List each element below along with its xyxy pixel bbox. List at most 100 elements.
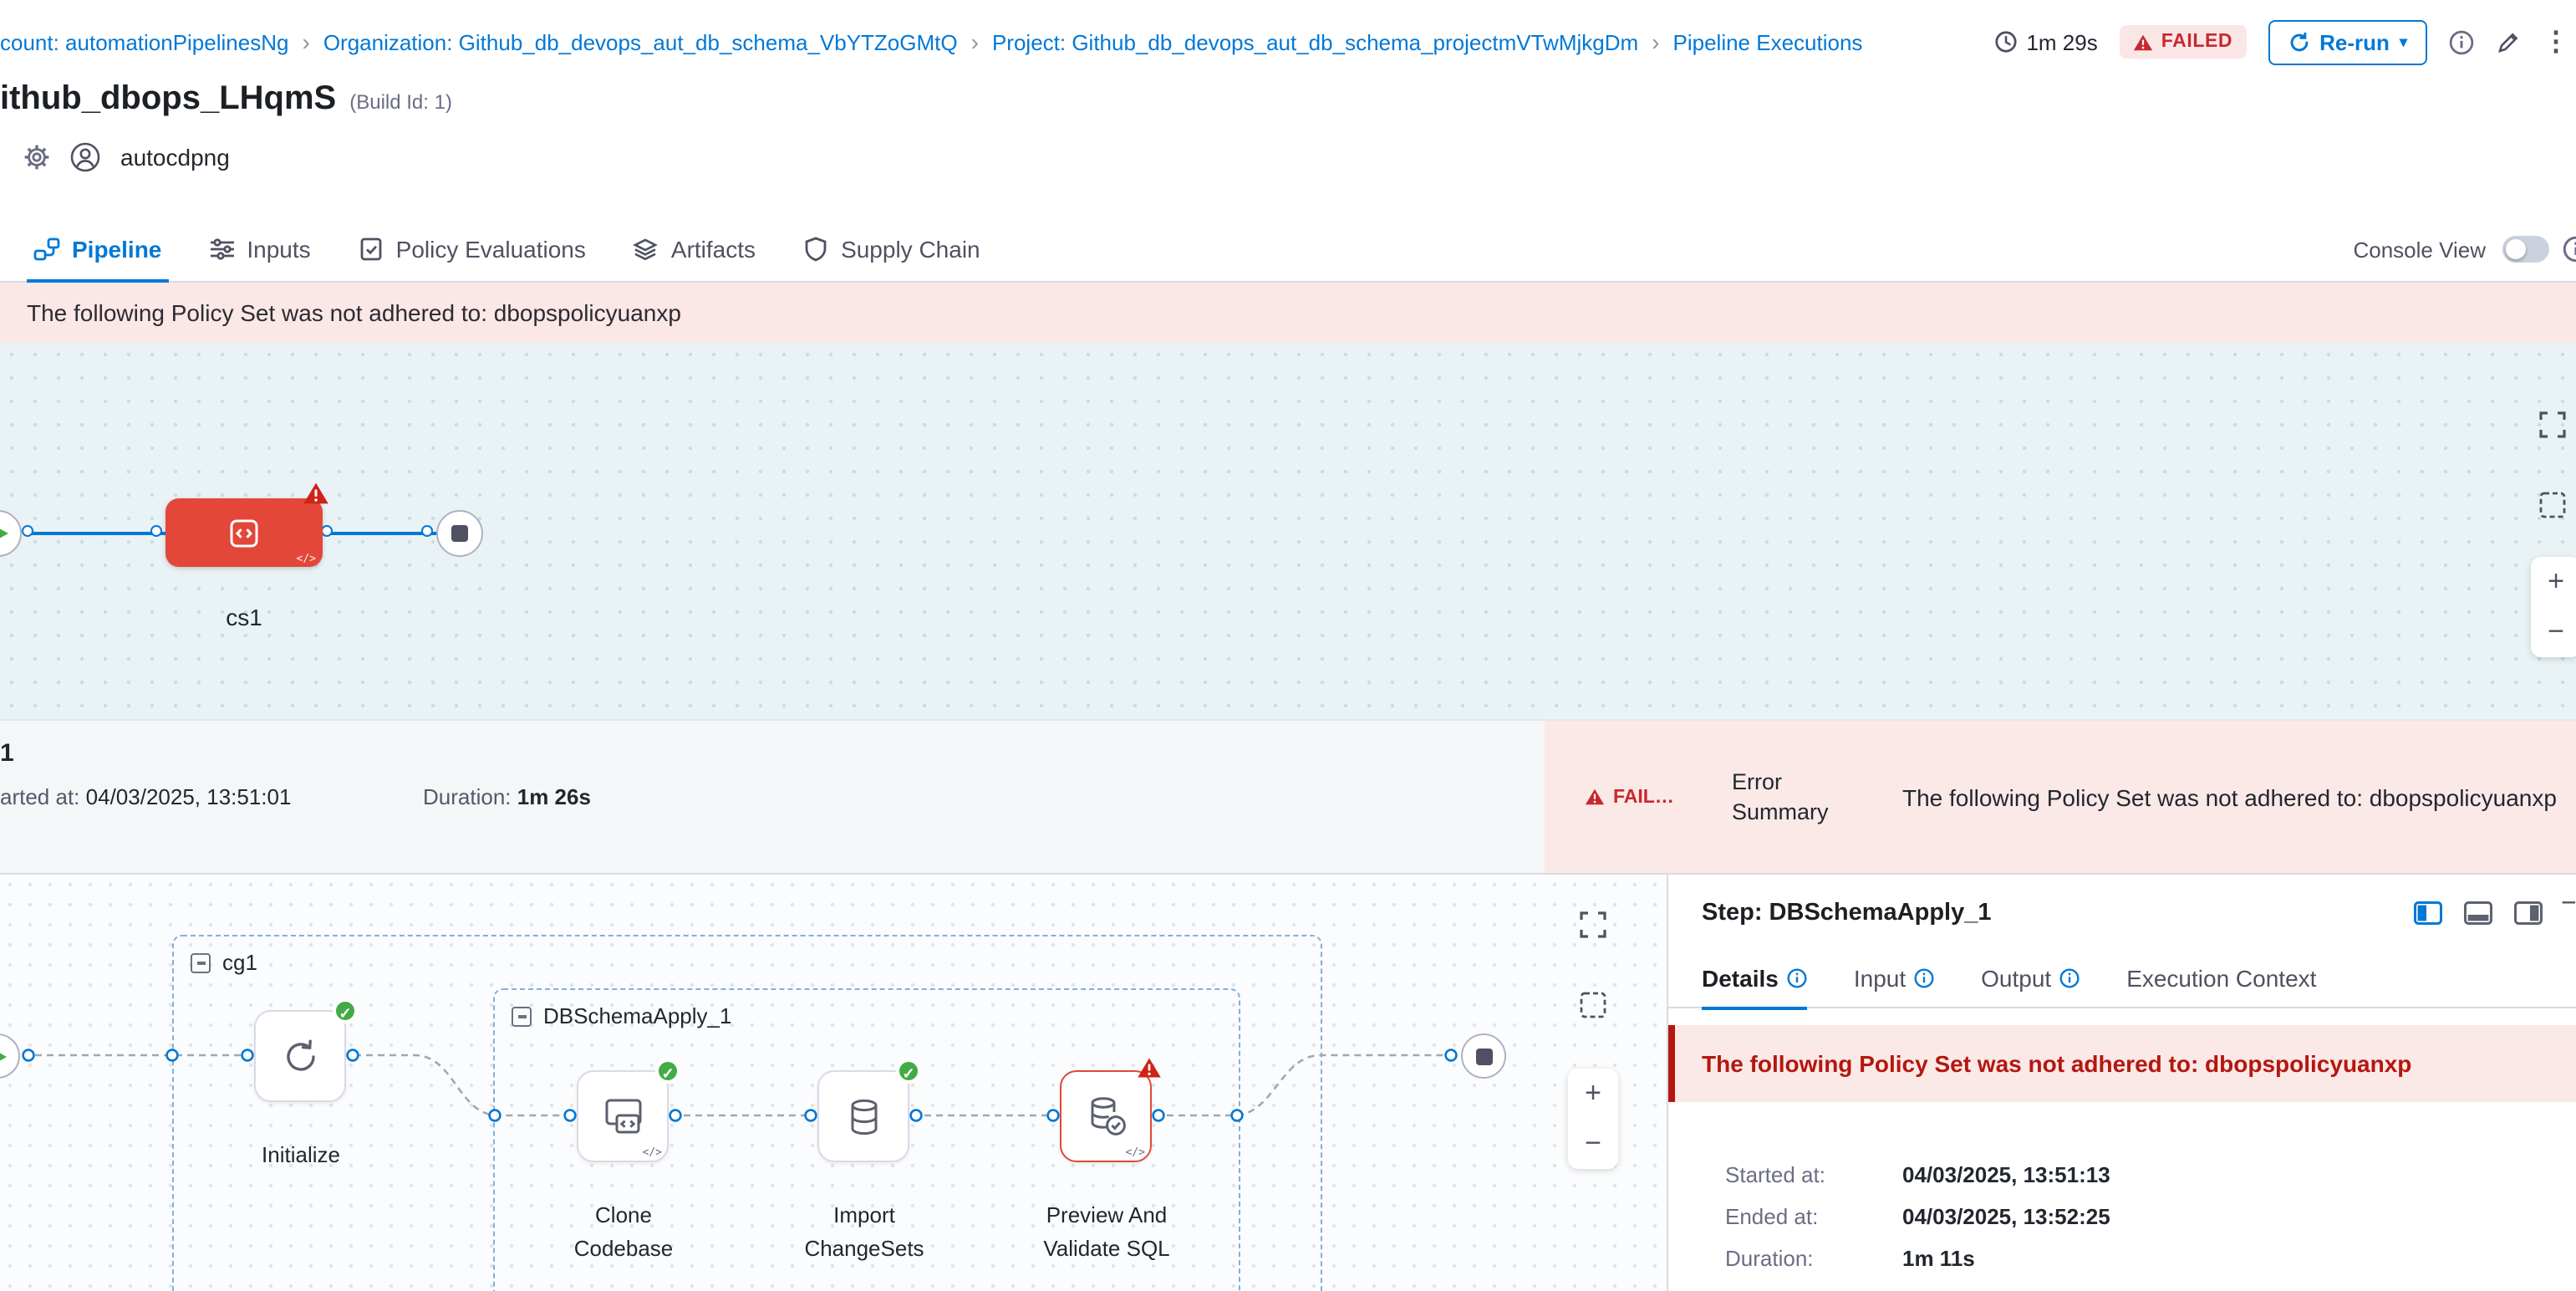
zoom-in-button[interactable]: + <box>2531 557 2576 607</box>
info-icon <box>1787 967 1807 987</box>
avatar <box>70 142 100 172</box>
layout-split-right-icon[interactable] <box>2514 901 2543 925</box>
marquee-icon <box>2538 490 2568 520</box>
stage-summary-strip: 1 arted at: 04/03/2025, 13:51:01 Duratio… <box>0 719 2576 873</box>
error-summary-label: Error Summary <box>1732 768 1845 826</box>
console-view-toggle[interactable] <box>2502 236 2549 263</box>
chevron-down-icon[interactable]: ▾ <box>2400 33 2407 51</box>
marquee-icon <box>1578 990 1608 1020</box>
sliders-icon <box>208 235 235 262</box>
pipeline-end-node <box>436 510 483 557</box>
code-glyph: </> <box>297 552 317 565</box>
fullscreen-button[interactable] <box>2538 410 2568 440</box>
step-preview-validate-sql[interactable]: </> <box>1060 1070 1152 1162</box>
tab-execution-context[interactable]: Execution Context <box>2126 947 2316 1008</box>
database-check-icon <box>1082 1094 1129 1139</box>
page-title: ithub_dbops_LHqmS <box>0 80 336 119</box>
rerun-button[interactable]: Re-run ▾ <box>2268 19 2427 64</box>
minimize-panel-button[interactable]: − <box>2561 890 2576 920</box>
step-initialize[interactable]: ✓ <box>254 1010 346 1102</box>
success-badge-icon: ✓ <box>333 998 358 1023</box>
breadcrumb-separator: › <box>971 28 979 55</box>
layout-split-left-icon[interactable] <box>2414 901 2442 925</box>
execution-info-button[interactable] <box>2449 29 2474 54</box>
started-at-line: arted at: 04/03/2025, 13:51:01 <box>0 784 291 809</box>
tab-output[interactable]: Output <box>1981 947 2080 1008</box>
stage-node-cs1[interactable]: </> <box>165 498 323 567</box>
more-options-button[interactable]: ⋮ <box>2543 25 2569 59</box>
edit-pipeline-button[interactable] <box>2496 29 2521 54</box>
step-clone-codebase[interactable]: ✓ </> <box>577 1070 669 1162</box>
step-import-changesets[interactable]: ✓ <box>817 1070 909 1162</box>
toggle-knob <box>2506 239 2526 259</box>
breadcrumb-organization[interactable]: Organization: Github_db_devops_aut_db_sc… <box>323 29 958 54</box>
info-icon <box>2059 967 2080 987</box>
console-view-label: Console View <box>2353 237 2486 262</box>
clock-icon <box>1994 30 2018 54</box>
stage-error-strip: FAILED Error Summary The following Polic… <box>1545 721 2576 873</box>
status-badge: FAILED <box>2120 25 2246 59</box>
policy-violation-text: The following Policy Set was not adhered… <box>27 299 681 326</box>
rerun-button-label: Re-run <box>2319 29 2390 54</box>
warning-icon <box>1585 788 1605 806</box>
started-at-value: 04/03/2025, 13:51:01 <box>86 784 292 809</box>
stage-summary-name: 1 <box>0 739 14 768</box>
zoom-controls: + − <box>2531 557 2576 657</box>
expand-icon <box>2538 410 2568 440</box>
fail-badge-label: FAILED <box>1613 787 1675 807</box>
tab-inputs[interactable]: Inputs <box>185 216 333 281</box>
pencil-icon <box>2496 29 2521 54</box>
warning-icon <box>2133 33 2153 51</box>
zoom-in-button[interactable]: + <box>1568 1069 1618 1119</box>
execution-graph-canvas[interactable]: cg1 DBSchemaApply_1 <box>0 873 1667 1291</box>
breadcrumb-bar: count: automationPipelinesNg › Organizat… <box>0 0 2576 84</box>
stop-icon <box>451 525 468 542</box>
build-id-label: (Build Id: 1) <box>349 90 452 114</box>
stage-code-icon <box>226 514 262 551</box>
database-icon <box>842 1095 885 1138</box>
pipeline-start-node <box>0 510 22 557</box>
row-label: Ended at: <box>1725 1204 1902 1229</box>
duration-label: Duration: <box>423 784 512 809</box>
step-label: Preview And Validate SQL <box>1020 1199 1194 1267</box>
marquee-select-button[interactable] <box>2538 490 2568 520</box>
elapsed-time: 1m 29s <box>1994 29 2097 54</box>
success-badge-icon: ✓ <box>896 1059 921 1084</box>
tab-supply-chain[interactable]: Supply Chain <box>779 216 1004 281</box>
connector-dot <box>321 525 333 537</box>
row-value: 04/03/2025, 13:52:25 <box>1902 1204 2110 1229</box>
breadcrumb-account[interactable]: count: automationPipelinesNg <box>0 29 288 54</box>
fullscreen-button[interactable] <box>1578 910 1608 940</box>
tab-pipeline[interactable]: Pipeline <box>10 216 185 281</box>
gear-icon[interactable] <box>23 144 50 171</box>
tab-policy-evaluations[interactable]: Policy Evaluations <box>334 216 609 281</box>
tab-input[interactable]: Input <box>1854 947 1934 1008</box>
tab-artifacts[interactable]: Artifacts <box>609 216 779 281</box>
zoom-out-button[interactable]: − <box>1568 1119 1618 1169</box>
help-icon[interactable] <box>2563 236 2576 263</box>
tab-label: Pipeline <box>72 235 161 262</box>
connector-dot <box>150 525 162 537</box>
tab-details[interactable]: Details <box>1702 947 1807 1008</box>
play-icon <box>0 525 8 542</box>
shield-icon <box>802 235 829 262</box>
bottom-section: cg1 DBSchemaApply_1 <box>0 873 2576 1291</box>
stage-name-label[interactable]: cs1 <box>165 604 323 630</box>
title-row: ithub_dbops_LHqmS (Build Id: 1) <box>0 80 452 119</box>
breadcrumb-project[interactable]: Project: Github_db_devops_aut_db_schema_… <box>992 29 1638 54</box>
main-tab-bar: Pipeline Inputs Policy Evaluations Artif… <box>0 216 2576 283</box>
marquee-select-button[interactable] <box>1578 990 1608 1020</box>
stage-graph-canvas[interactable]: </> cs1 + − <box>0 343 2576 719</box>
breadcrumb-pipeline-executions[interactable]: Pipeline Executions <box>1673 29 1863 54</box>
info-icon <box>1914 967 1934 987</box>
code-glyph: </> <box>643 1146 663 1159</box>
step-failed-warning-icon <box>1137 1057 1162 1079</box>
breadcrumb: count: automationPipelinesNg › Organizat… <box>0 0 1862 84</box>
row-label: Started at: <box>1725 1162 1902 1187</box>
layout-split-bottom-icon[interactable] <box>2464 901 2492 925</box>
tab-label: Supply Chain <box>841 235 980 262</box>
breadcrumb-separator: › <box>1652 28 1659 55</box>
console-view-control: Console View <box>2353 216 2549 283</box>
zoom-controls: + − <box>1568 1069 1618 1169</box>
zoom-out-button[interactable]: − <box>2531 607 2576 657</box>
